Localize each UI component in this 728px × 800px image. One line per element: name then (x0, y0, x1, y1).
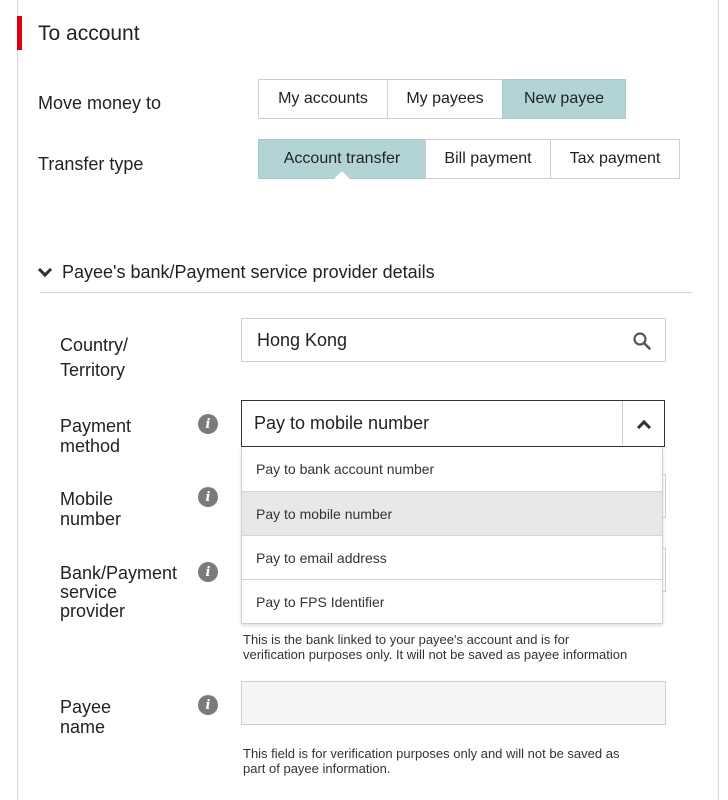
country-label-line1: Country/ (60, 335, 129, 355)
payment-method-label: Payment method (60, 416, 195, 456)
transfer-type-segmented-control: Account transfer Bill payment Tax paymen… (258, 139, 680, 179)
tax-payment-button[interactable]: Tax payment (550, 139, 680, 179)
mobile-label-line2: number (60, 509, 122, 529)
move-money-segmented-control: My accounts My payees New payee (258, 79, 626, 119)
transfer-type-label: Transfer type (38, 154, 144, 174)
payee-name-help-text: This field is for verification purposes … (243, 746, 703, 776)
search-icon[interactable] (633, 332, 651, 350)
bank-provider-label: Bank/Payment service provider (60, 564, 200, 621)
info-icon[interactable]: i (198, 487, 218, 507)
payee-details-heading: Payee's bank/Payment service provider de… (62, 262, 435, 282)
payment-method-select[interactable]: Pay to mobile number (241, 400, 665, 447)
bank-label-line1: Bank/Payment (60, 563, 178, 583)
payee-name-label: Payee name (60, 697, 195, 737)
bill-payment-button[interactable]: Bill payment (425, 139, 551, 179)
menu-item-mobile-number[interactable]: Pay to mobile number (242, 491, 662, 535)
country-search-input[interactable]: Hong Kong (241, 318, 666, 362)
my-payees-button[interactable]: My payees (387, 79, 503, 119)
country-label-line2: Territory (60, 360, 126, 380)
menu-item-fps-identifier[interactable]: Pay to FPS Identifier (242, 579, 662, 623)
payment-method-dropdown-menu: Pay to bank account number Pay to mobile… (241, 447, 663, 624)
section-title: To account (38, 22, 140, 45)
payee-help-line2: part of payee information. (243, 761, 391, 776)
chevron-up-icon (636, 419, 651, 434)
info-icon[interactable]: i (198, 695, 218, 715)
bank-help-line1: This is the bank linked to your payee's … (243, 632, 570, 647)
bank-label-line2: service (60, 582, 118, 602)
payee-details-toggle[interactable]: Payee's bank/Payment service provider de… (37, 262, 435, 283)
chevron-down-icon (37, 262, 53, 277)
payee-help-line1: This field is for verification purposes … (243, 746, 620, 761)
country-label: Country/ Territory (60, 333, 195, 383)
payee-name-label-line2: name (60, 717, 106, 737)
bank-label-line3: provider (60, 601, 126, 621)
payee-name-label-line1: Payee (60, 697, 112, 717)
payee-name-input[interactable] (241, 681, 666, 725)
mobile-label-line1: Mobile (60, 489, 114, 509)
payment-method-label-line2: method (60, 436, 121, 456)
my-accounts-button[interactable]: My accounts (258, 79, 388, 119)
info-icon[interactable]: i (198, 414, 218, 434)
select-toggle-button[interactable] (622, 401, 664, 446)
mobile-number-label: Mobile number (60, 489, 195, 529)
bank-help-line2: verification purposes only. It will not … (243, 647, 628, 662)
menu-item-email-address[interactable]: Pay to email address (242, 535, 662, 579)
move-money-label: Move money to (38, 93, 162, 113)
info-icon[interactable]: i (198, 562, 218, 582)
account-transfer-button[interactable]: Account transfer (258, 139, 426, 179)
payment-method-value: Pay to mobile number (254, 413, 430, 433)
bank-provider-help-text: This is the bank linked to your payee's … (243, 632, 703, 662)
country-value: Hong Kong (257, 329, 348, 350)
new-payee-button[interactable]: New payee (502, 79, 626, 119)
menu-item-bank-account[interactable]: Pay to bank account number (242, 447, 662, 491)
divider (40, 292, 692, 293)
section-accent-bar (17, 16, 22, 50)
payment-method-label-line1: Payment (60, 416, 132, 436)
